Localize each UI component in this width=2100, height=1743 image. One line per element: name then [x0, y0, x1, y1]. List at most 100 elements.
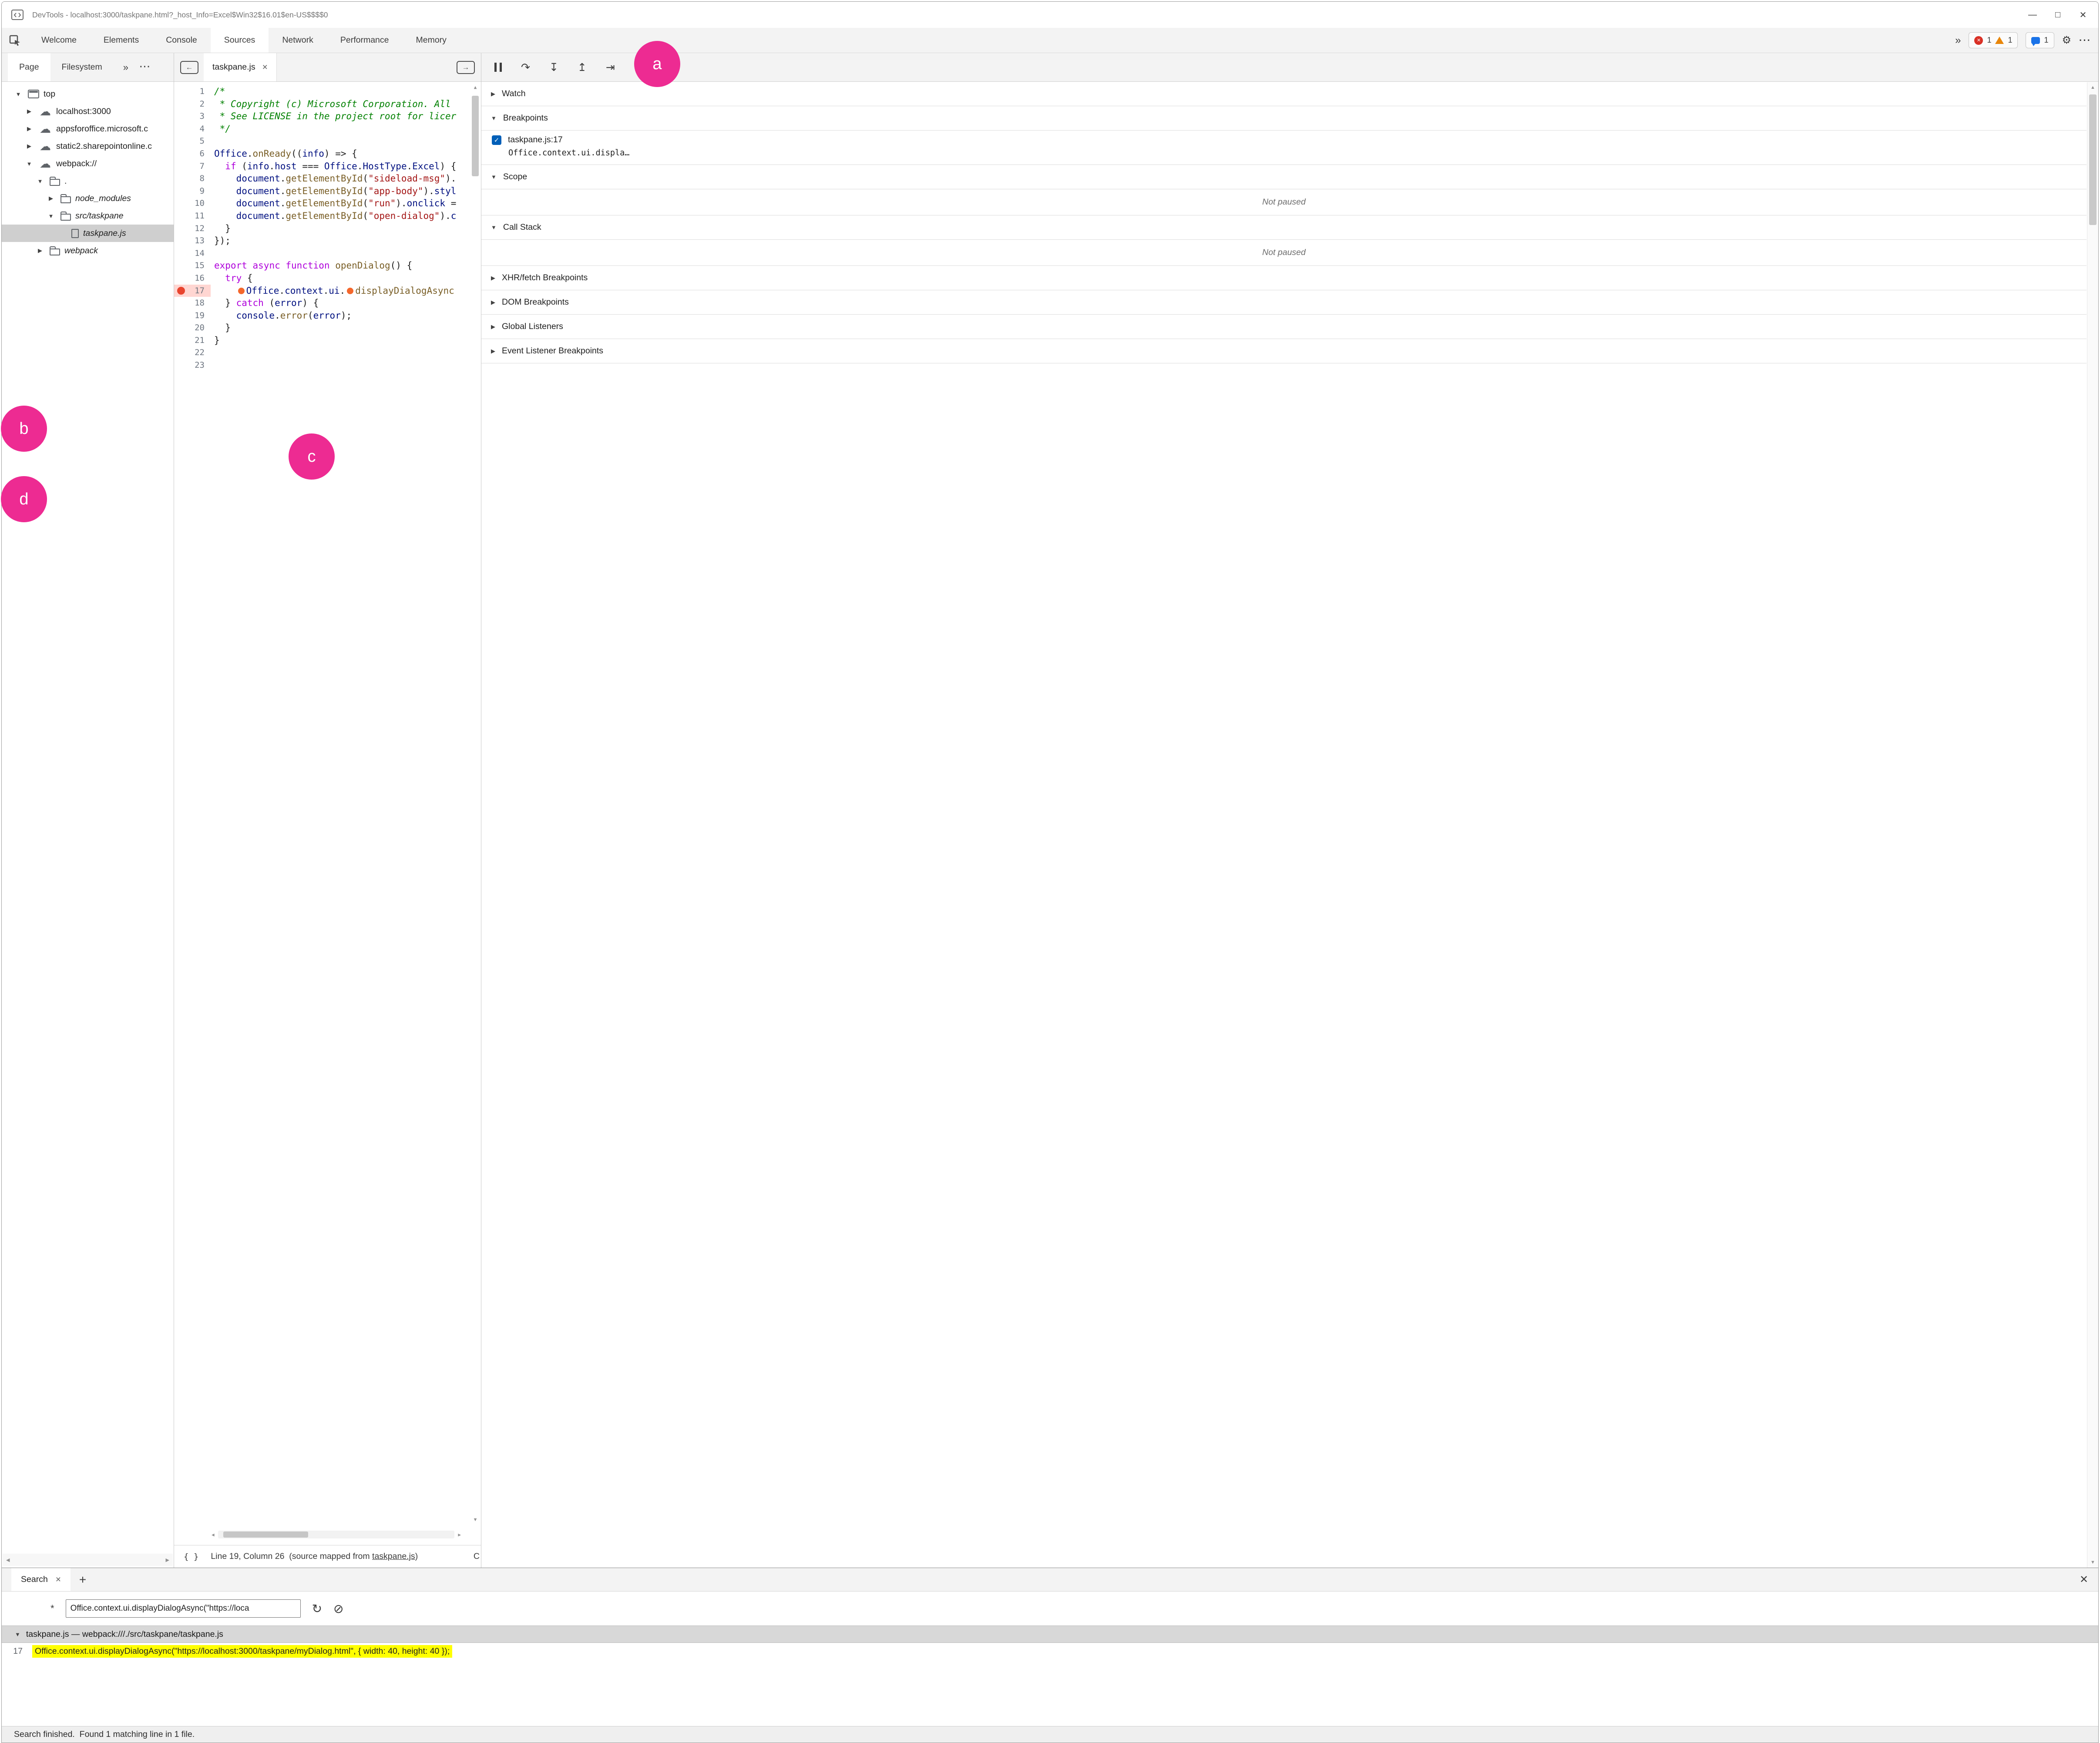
tree-item-appsforoffice-microsoft-c[interactable]: ▶ ☁ appsforoffice.microsoft.c — [2, 120, 174, 138]
tab-network[interactable]: Network — [269, 28, 327, 53]
line-number[interactable]: 14 — [174, 247, 211, 260]
line-number[interactable]: 6 — [174, 148, 211, 160]
tab-console[interactable]: Console — [152, 28, 211, 53]
scroll-left-icon[interactable]: ◀ — [6, 1557, 10, 1563]
line-number[interactable]: 21 — [174, 334, 211, 347]
line-number[interactable]: 10 — [174, 197, 211, 210]
navigator-more-options-icon[interactable]: ··· — [140, 62, 151, 72]
navigator-horizontal-scrollbar[interactable]: ◀ ▶ — [3, 1554, 173, 1566]
search-file-header[interactable]: ▼ taskpane.js — webpack:///./src/taskpan… — [2, 1625, 2098, 1643]
toolbar-more-options-icon[interactable]: ··· — [2079, 35, 2091, 46]
search-tab[interactable]: Search × — [11, 1568, 71, 1591]
scroll-up-icon[interactable]: ▲ — [470, 84, 480, 90]
scroll-right-icon[interactable]: ▶ — [166, 1557, 169, 1563]
line-number[interactable]: 22 — [174, 346, 211, 359]
step-out-icon[interactable]: ↥ — [578, 61, 587, 74]
inspect-element-icon[interactable] — [2, 28, 28, 53]
editor-vertical-scrollbar[interactable]: ▲ ▼ — [470, 84, 480, 1522]
tab-welcome[interactable]: Welcome — [28, 28, 90, 53]
scrollbar-track[interactable] — [218, 1531, 455, 1538]
pause-icon[interactable] — [494, 63, 502, 72]
breakpoint-entry[interactable]: ✓ taskpane.js:17 Office.context.ui.displa… — [481, 131, 2087, 165]
step-over-icon[interactable]: ↷ — [521, 61, 530, 74]
line-number[interactable]: 5 — [174, 135, 211, 148]
search-result-row[interactable]: 17 Office.context.ui.displayDialogAsync(… — [2, 1643, 2098, 1659]
chevron-right-icon[interactable]: ▶ — [46, 195, 56, 202]
scroll-right-icon[interactable]: ▶ — [458, 1532, 461, 1538]
tree-item-top[interactable]: ▼ top — [2, 85, 174, 103]
scrollbar-thumb[interactable] — [223, 1531, 308, 1538]
line-number[interactable]: 15 — [174, 259, 211, 272]
close-icon[interactable]: × — [262, 62, 268, 73]
line-number[interactable]: 11 — [174, 210, 211, 222]
editor-tab-taskpane-js[interactable]: taskpane.js × — [204, 53, 277, 81]
scroll-left-icon[interactable]: ◀ — [212, 1532, 215, 1538]
tab-performance[interactable]: Performance — [327, 28, 403, 53]
line-number[interactable]: 20 — [174, 322, 211, 334]
inline-breakpoint-icon[interactable] — [347, 287, 354, 294]
line-number[interactable]: 13 — [174, 235, 211, 247]
tree-item-static2-sharepointonline-c[interactable]: ▶ ☁ static2.sharepointonline.c — [2, 138, 174, 155]
section-breakpoints[interactable]: ▼ Breakpoints — [481, 106, 2087, 131]
code-editor[interactable]: 1/* 2 * Copyright (c) Microsoft Corporati… — [174, 82, 481, 1545]
tab-elements[interactable]: Elements — [90, 28, 152, 53]
search-input[interactable] — [65, 1599, 301, 1618]
show-debugger-icon[interactable]: → — [457, 60, 475, 74]
scroll-down-icon[interactable]: ▼ — [2087, 1560, 2098, 1565]
chevron-down-icon[interactable]: ▼ — [35, 178, 45, 185]
refresh-icon[interactable]: ↻ — [312, 1602, 322, 1616]
scroll-up-icon[interactable]: ▲ — [2087, 85, 2098, 90]
tree-item-webpack[interactable]: ▼ ☁ webpack:// — [2, 155, 174, 172]
chevron-down-icon[interactable]: ▼ — [13, 91, 24, 97]
minimize-button[interactable]: — — [2020, 5, 2045, 25]
editor-horizontal-scrollbar[interactable]: ◀ ▶ — [212, 1529, 461, 1540]
line-number[interactable]: 23 — [174, 359, 211, 372]
mapped-file-link[interactable]: taskpane.js — [372, 1552, 415, 1561]
line-number[interactable]: 2 — [174, 98, 211, 111]
tree-item-src-taskpane[interactable]: ▼ src/taskpane — [2, 207, 174, 225]
issues-badge[interactable]: 1 — [2026, 32, 2054, 48]
new-search-tab-icon[interactable]: + — [71, 1568, 95, 1591]
console-status-badges[interactable]: ✕ 1 1 — [1969, 32, 2018, 48]
tab-memory[interactable]: Memory — [402, 28, 460, 53]
chevron-right-icon[interactable]: ▶ — [24, 108, 34, 115]
section-global-listeners[interactable]: ▶ Global Listeners — [481, 315, 2087, 339]
line-number[interactable]: 18 — [174, 297, 211, 309]
line-number[interactable]: 17 — [174, 284, 211, 297]
close-search-panel-icon[interactable]: ✕ — [2070, 1568, 2098, 1591]
section-scope[interactable]: ▼ Scope — [481, 165, 2087, 189]
close-button[interactable]: ✕ — [2070, 5, 2096, 25]
chevron-down-icon[interactable]: ▼ — [24, 161, 34, 167]
close-icon[interactable]: × — [56, 1575, 61, 1585]
tab-sources[interactable]: Sources — [210, 28, 269, 53]
line-number[interactable]: 7 — [174, 160, 211, 173]
tree-item-node[interactable]: ▼. — [2, 172, 174, 190]
inline-breakpoint-icon[interactable] — [238, 287, 245, 294]
section-dom-breakpoints[interactable]: ▶ DOM Breakpoints — [481, 290, 2087, 315]
checkbox-checked-icon[interactable]: ✓ — [492, 135, 501, 145]
more-tabs-icon[interactable]: » — [1955, 34, 1961, 47]
line-number[interactable]: 8 — [174, 172, 211, 185]
maximize-button[interactable]: □ — [2045, 5, 2070, 25]
line-number[interactable]: 19 — [174, 309, 211, 322]
chevron-right-icon[interactable]: ▶ — [24, 125, 34, 132]
line-number[interactable]: 1 — [174, 85, 211, 98]
debugger-vertical-scrollbar[interactable]: ▲ ▼ — [2087, 82, 2098, 1568]
navigator-more-tabs-icon[interactable]: » — [123, 62, 128, 73]
step-into-icon[interactable]: ↧ — [549, 61, 558, 74]
section-watch[interactable]: ▶ Watch — [481, 82, 2087, 106]
chevron-down-icon[interactable]: ▼ — [46, 213, 56, 219]
navigator-tab-page[interactable]: Page — [8, 53, 50, 81]
chevron-right-icon[interactable]: ▶ — [35, 247, 45, 254]
tree-item-node-modules[interactable]: ▶ node_modules — [2, 190, 174, 207]
breakpoint-icon[interactable] — [177, 286, 185, 295]
scrollbar-thumb[interactable] — [2089, 94, 2097, 225]
clear-icon[interactable]: ⊘ — [333, 1602, 343, 1616]
show-navigator-icon[interactable]: ← — [180, 60, 198, 74]
section-event-listener-breakpoints[interactable]: ▶ Event Listener Breakpoints — [481, 339, 2087, 363]
line-number[interactable]: 9 — [174, 185, 211, 198]
scrollbar-thumb[interactable] — [472, 96, 479, 176]
navigator-tab-filesystem[interactable]: Filesystem — [50, 53, 114, 81]
line-number[interactable]: 3 — [174, 110, 211, 123]
pretty-print-icon[interactable]: { } — [184, 1552, 198, 1562]
